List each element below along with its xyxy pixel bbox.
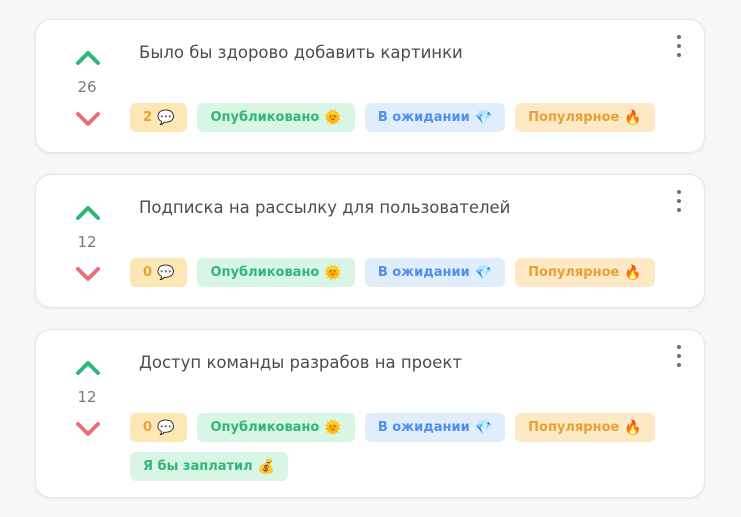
post-title[interactable]: Доступ команды разрабов на проект xyxy=(139,353,644,372)
gem-icon: 💎 xyxy=(474,419,493,436)
status-waiting-badge[interactable]: В ожидании 💎 xyxy=(364,413,506,442)
tag-list: 0 💬 Опубликовано 🌞 В ожидании 💎 Популярн… xyxy=(130,413,684,481)
comments-badge[interactable]: 0 💬 xyxy=(130,413,188,442)
sun-icon: 🌞 xyxy=(324,109,342,126)
gem-icon: 💎 xyxy=(474,264,493,281)
status-waiting-badge[interactable]: В ожидании 💎 xyxy=(364,103,506,132)
status-waiting-badge[interactable]: В ожидании 💎 xyxy=(364,258,506,287)
more-options-icon[interactable] xyxy=(674,190,684,212)
popular-label: Популярное xyxy=(528,110,620,125)
tag-list: 0 💬 Опубликовано 🌞 В ожидании 💎 Популярн… xyxy=(130,258,684,287)
upvote-chevron-icon[interactable] xyxy=(75,49,101,67)
comments-count: 0 xyxy=(143,265,153,280)
status-published-badge[interactable]: Опубликовано 🌞 xyxy=(197,103,355,132)
post-card[interactable]: 26 Было бы здорово добавить картинки 2 💬… xyxy=(35,19,705,153)
sun-icon: 🌞 xyxy=(324,264,342,281)
money-bag-icon: 💰 xyxy=(257,458,276,475)
upvote-chevron-icon[interactable] xyxy=(75,359,101,377)
status-published-label: Опубликовано xyxy=(210,265,320,280)
downvote-chevron-icon[interactable] xyxy=(75,420,101,438)
status-waiting-label: В ожидании xyxy=(377,420,470,435)
status-published-badge[interactable]: Опубликовано 🌞 xyxy=(197,258,355,287)
comments-count: 2 xyxy=(143,110,153,125)
comments-badge[interactable]: 0 💬 xyxy=(130,258,188,287)
vote-count: 26 xyxy=(77,78,97,96)
status-published-badge[interactable]: Опубликовано 🌞 xyxy=(197,413,355,442)
post-card[interactable]: 12 Доступ команды разрабов на проект 0 💬… xyxy=(35,329,705,498)
popular-label: Популярное xyxy=(528,420,620,435)
popular-badge[interactable]: Популярное 🔥 xyxy=(515,258,655,287)
status-published-label: Опубликовано xyxy=(210,110,320,125)
post-title[interactable]: Подписка на рассылку для пользователей xyxy=(139,198,644,217)
comments-badge[interactable]: 2 💬 xyxy=(130,103,188,132)
speech-bubble-icon: 💬 xyxy=(157,264,175,281)
fire-icon: 🔥 xyxy=(624,264,642,281)
popular-label: Популярное xyxy=(528,265,620,280)
vote-count: 12 xyxy=(77,388,97,406)
speech-bubble-icon: 💬 xyxy=(157,419,175,436)
vote-count: 12 xyxy=(77,233,97,251)
fire-icon: 🔥 xyxy=(624,109,642,126)
popular-badge[interactable]: Популярное 🔥 xyxy=(515,103,655,132)
status-published-label: Опубликовано xyxy=(210,420,320,435)
would-pay-badge[interactable]: Я бы заплатил 💰 xyxy=(130,452,289,481)
post-title[interactable]: Было бы здорово добавить картинки xyxy=(139,43,644,62)
status-waiting-label: В ожидании xyxy=(377,110,470,125)
tag-list: 2 💬 Опубликовано 🌞 В ожидании 💎 Популярн… xyxy=(130,103,684,132)
comments-count: 0 xyxy=(143,420,153,435)
more-options-icon[interactable] xyxy=(674,35,684,57)
would-pay-label: Я бы заплатил xyxy=(143,459,253,474)
speech-bubble-icon: 💬 xyxy=(157,109,175,126)
sun-icon: 🌞 xyxy=(324,419,342,436)
downvote-chevron-icon[interactable] xyxy=(75,110,101,128)
post-card[interactable]: 12 Подписка на рассылку для пользователе… xyxy=(35,174,705,308)
fire-icon: 🔥 xyxy=(624,419,642,436)
popular-badge[interactable]: Популярное 🔥 xyxy=(515,413,655,442)
gem-icon: 💎 xyxy=(474,109,493,126)
upvote-chevron-icon[interactable] xyxy=(75,204,101,222)
more-options-icon[interactable] xyxy=(674,345,684,367)
downvote-chevron-icon[interactable] xyxy=(75,265,101,283)
status-waiting-label: В ожидании xyxy=(377,265,470,280)
